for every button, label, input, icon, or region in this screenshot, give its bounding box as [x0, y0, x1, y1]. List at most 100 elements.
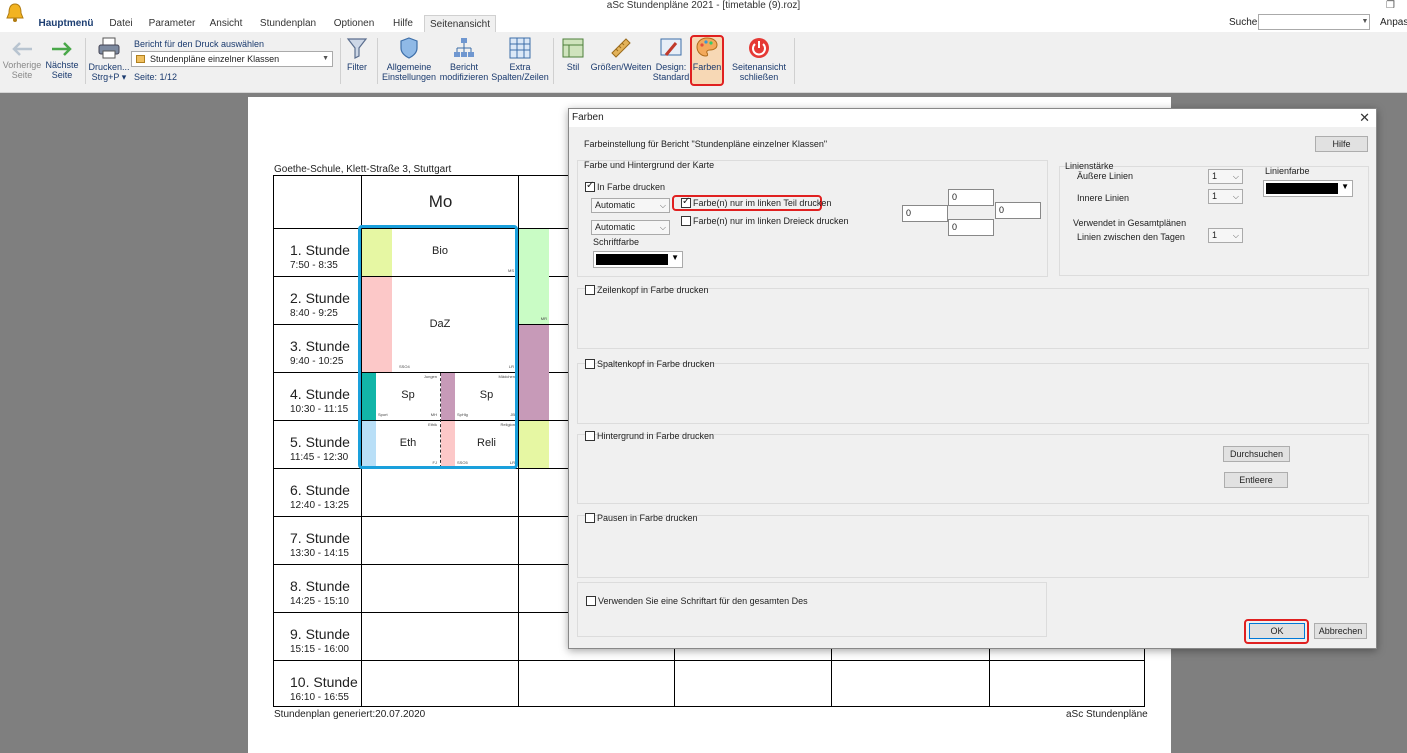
col-header-label: Spaltenkopf in Farbe drucken	[597, 359, 715, 369]
search-dropdown-icon[interactable]: ▼	[1360, 14, 1370, 30]
close-icon[interactable]: ✕	[1359, 110, 1370, 126]
chevron-down-icon: ⌵	[1232, 192, 1239, 201]
filter-label: Filter	[347, 62, 367, 72]
left-part-label: Farbe(n) nur im linken Teil drucken	[693, 198, 832, 208]
close-preview-button[interactable]: Seitenansicht schließen	[728, 36, 790, 82]
help-button[interactable]: Hilfe	[1315, 136, 1368, 152]
tab-optionen[interactable]: Optionen	[330, 15, 378, 32]
tab-ansicht[interactable]: Ansicht	[206, 15, 246, 32]
in-color-label: In Farbe drucken	[597, 182, 666, 192]
breaks-label: Pausen in Farbe drucken	[597, 513, 698, 523]
lines-between-days-label: Linien zwischen den Tagen	[1077, 232, 1185, 242]
color-swatch	[596, 254, 668, 265]
period-time: 12:40 - 13:25	[290, 500, 349, 511]
dialog-subtitle: Farbeinstellung für Bericht "Stundenplän…	[584, 139, 828, 149]
bell-logo-icon[interactable]	[4, 2, 26, 24]
chevron-down-icon: ▼	[322, 55, 329, 62]
breaks-panel	[577, 515, 1369, 578]
filter-button[interactable]: Filter	[342, 36, 372, 72]
next-page-label: Nächste Seite	[45, 60, 79, 80]
background-checkbox[interactable]	[585, 431, 595, 441]
lesson-day2-p5[interactable]	[519, 421, 549, 468]
style-button[interactable]: Stil	[558, 36, 588, 72]
browse-button[interactable]: Durchsuchen	[1223, 446, 1290, 462]
arrow-left-icon	[12, 42, 32, 56]
restore-window-icon[interactable]: ❐	[1386, 0, 1395, 11]
left-part-checkbox[interactable]	[681, 196, 691, 208]
extra-columns-button[interactable]: Extra Spalten/Zeilen	[490, 36, 550, 82]
report-select-label: Bericht für den Druck auswählen	[134, 39, 265, 49]
dialog-title-bar: Farben ✕	[569, 109, 1376, 127]
search-input[interactable]	[1258, 14, 1370, 30]
line-color-picker[interactable]: ▼	[1263, 180, 1353, 197]
font-panel	[577, 582, 1047, 637]
card-section-title: Farbe und Hintergrund der Karte	[584, 160, 715, 170]
tab-seitenansicht[interactable]: Seitenansicht	[424, 15, 496, 32]
colors-dialog: Farben ✕ Farbeinstellung für Bericht "St…	[568, 108, 1377, 649]
breaks-checkbox[interactable]	[585, 513, 595, 523]
tab-parameter[interactable]: Parameter	[147, 15, 197, 32]
margin-bottom-input[interactable]: 0	[948, 219, 994, 236]
lesson-day2-p1[interactable]: MR	[519, 229, 549, 324]
period-row-4: 4. Stunde 10:30 - 11:15	[274, 372, 362, 420]
period-time: 10:30 - 11:15	[290, 404, 349, 415]
margin-left-input[interactable]: 0	[902, 205, 948, 222]
print-button[interactable]: Drucken... Strg+P ▾	[88, 36, 130, 82]
printer-icon	[98, 37, 120, 59]
line-color-label: Linienfarbe	[1265, 166, 1310, 176]
generated-footer: Stundenplan generiert:20.07.2020	[274, 709, 426, 720]
cancel-button[interactable]: Abbrechen	[1314, 623, 1367, 639]
ok-button[interactable]: OK	[1249, 623, 1305, 639]
colors-button[interactable]: Farben	[691, 36, 723, 72]
font-color-picker[interactable]: ▼	[593, 251, 683, 268]
print-dropdown-icon[interactable]: ▾	[119, 72, 127, 82]
design-button[interactable]: Design: Standard	[652, 36, 690, 82]
report-icon	[136, 55, 145, 63]
single-font-checkbox[interactable]	[586, 596, 596, 606]
customize-label[interactable]: Anpass	[1380, 17, 1407, 28]
general-settings-label-2: Einstellungen	[381, 72, 437, 82]
tab-hauptmenu[interactable]: Hauptmenü	[38, 15, 94, 32]
period-name: 10. Stunde	[290, 674, 358, 690]
in-color-checkbox[interactable]	[585, 180, 595, 192]
lesson-day2-p3[interactable]	[519, 325, 549, 420]
prev-page-button[interactable]: Vorherige Seite	[2, 40, 42, 80]
period-name: 2. Stunde	[290, 290, 350, 306]
general-settings-button[interactable]: Allgemeine Einstellungen	[380, 36, 438, 82]
tab-datei[interactable]: Datei	[104, 15, 138, 32]
sizes-button[interactable]: Größen/Weiten	[590, 36, 652, 72]
outer-lines-select[interactable]: 1 ⌵	[1208, 169, 1243, 184]
clear-button[interactable]: Entleere	[1224, 472, 1288, 488]
next-page-button[interactable]: Nächste Seite	[44, 40, 80, 80]
hierarchy-icon	[454, 38, 474, 57]
close-preview-label-2: schließen	[739, 72, 779, 82]
margin-top-input[interactable]: 0	[948, 189, 994, 206]
tab-hilfe[interactable]: Hilfe	[387, 15, 419, 32]
row-header-checkbox[interactable]	[585, 285, 595, 295]
inner-lines-select[interactable]: 1 ⌵	[1208, 189, 1243, 204]
row-header-label: Zeilenkopf in Farbe drucken	[597, 285, 709, 295]
brand-footer: aSc Stundenpläne	[1066, 709, 1148, 720]
chevron-down-icon: ▼	[1341, 182, 1349, 191]
lines-between-days-select[interactable]: 1 ⌵	[1208, 228, 1243, 243]
ribbon-separator	[794, 38, 795, 84]
margin-right-input[interactable]: 0	[995, 202, 1041, 219]
shield-icon	[400, 37, 418, 59]
color-mode-select-2[interactable]: Automatic ⌵	[591, 220, 670, 235]
period-name: 1. Stunde	[290, 242, 350, 258]
modify-report-button[interactable]: Bericht modifizieren	[438, 36, 490, 82]
col-header-checkbox[interactable]	[585, 359, 595, 369]
ruler-icon	[611, 38, 631, 58]
col-header-panel	[577, 363, 1369, 424]
period-name: 8. Stunde	[290, 578, 350, 594]
period-row-8: 8. Stunde 14:25 - 15:10	[274, 564, 362, 612]
color-mode-select-1[interactable]: Automatic ⌵	[591, 198, 670, 213]
period-time: 8:40 - 9:25	[290, 308, 338, 319]
report-select[interactable]: Stundenpläne einzelner Klassen ▼	[131, 51, 333, 67]
tab-stundenplan[interactable]: Stundenplan	[256, 15, 320, 32]
page-info: Seite: 1/12	[134, 72, 178, 82]
select-value: Automatic	[595, 222, 636, 232]
dialog-title: Farben	[572, 112, 604, 123]
period-time: 16:10 - 16:55	[290, 692, 349, 703]
left-triangle-checkbox[interactable]	[681, 216, 691, 226]
